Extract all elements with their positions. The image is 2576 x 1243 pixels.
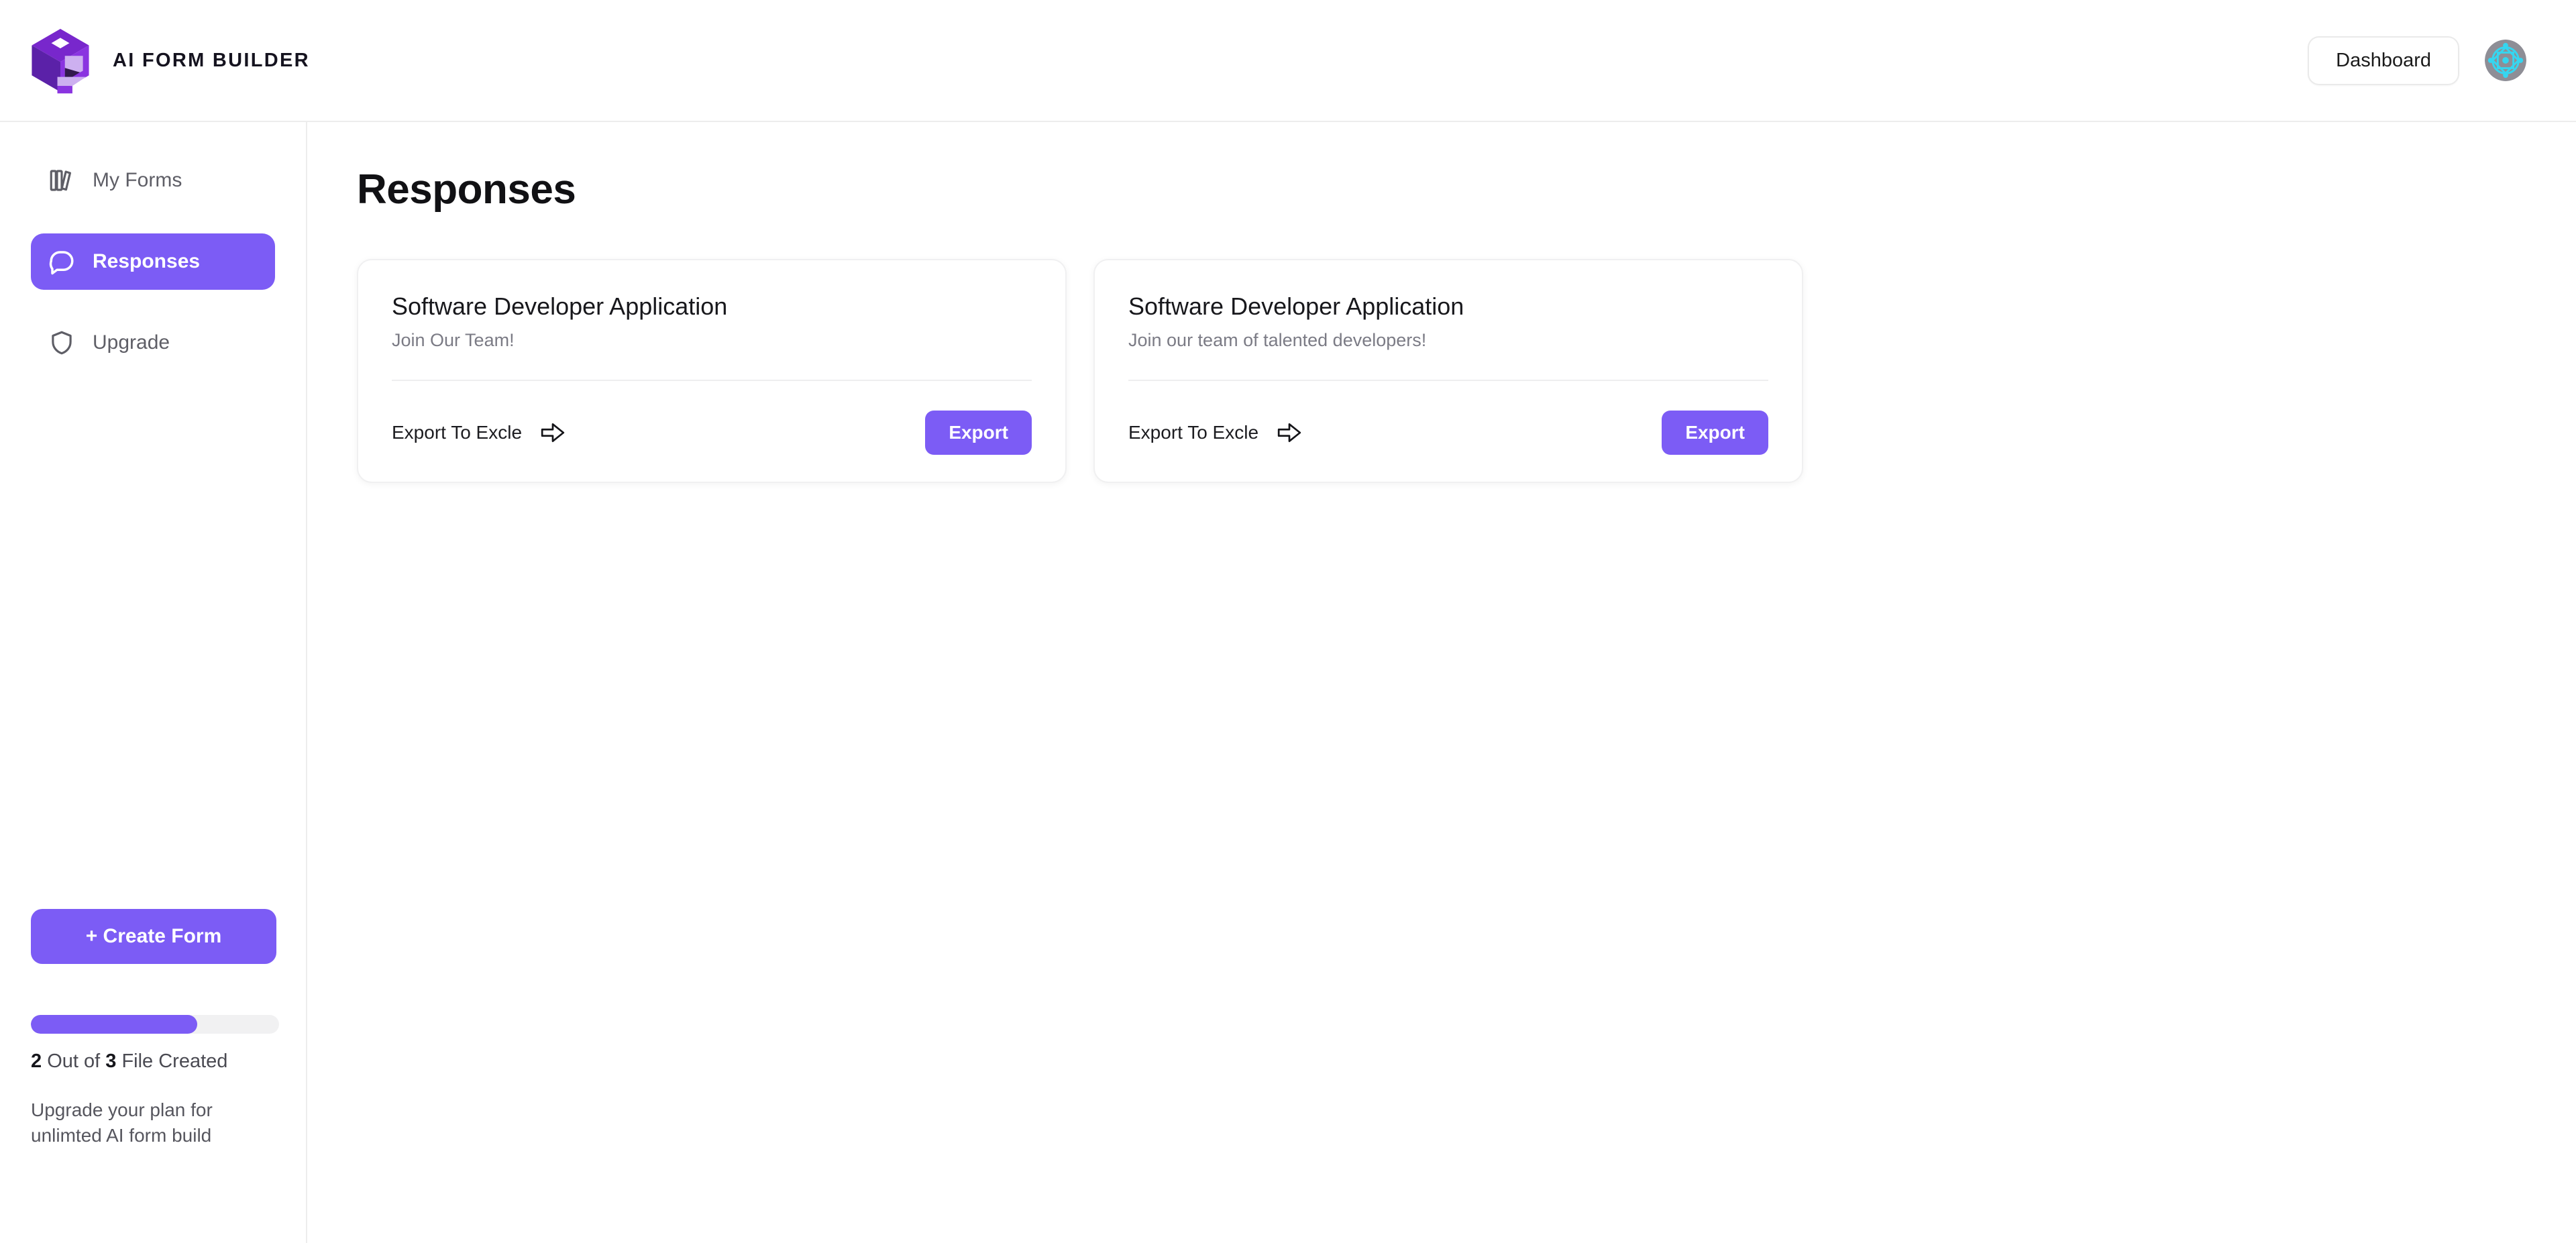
upgrade-note: Upgrade your plan for unlimted AI form b… [31,1097,276,1149]
export-hint-label: Export To Excle [1128,423,1258,442]
sidebar-footer: + Create Form 2 Out of 3 File Created Up… [0,909,307,1243]
arrow-right-icon [1277,422,1302,443]
export-to-excel-hint[interactable]: Export To Excle [392,422,566,443]
quota-total: 3 [105,1050,116,1072]
sidebar-item-label: My Forms [93,170,182,191]
sidebar: My Forms Responses Upgrade + Create Form… [0,122,307,1243]
card-divider [392,380,1032,381]
card-subtitle: Join our team of talented developers! [1128,329,1768,351]
brand-name: AI FORM BUILDER [113,50,310,72]
message-square-icon [48,248,76,276]
response-card[interactable]: Software Developer Application Join Our … [357,259,1067,483]
response-card[interactable]: Software Developer Application Join our … [1093,259,1803,483]
shield-icon [48,329,76,357]
sidebar-item-label: Responses [93,252,200,272]
quota-used: 2 [31,1050,42,1072]
card-title: Software Developer Application [1128,292,1768,320]
cube-logo-icon [23,23,98,98]
export-button[interactable]: Export [925,411,1032,455]
quota-middle-text: Out of [42,1050,105,1072]
app-header: AI FORM BUILDER Dashboard [0,0,2576,122]
books-icon [48,166,76,195]
user-avatar-identicon-icon[interactable] [2485,40,2526,81]
quota-suffix-text: File Created [116,1050,227,1072]
page-title: Responses [357,169,2576,211]
card-subtitle: Join Our Team! [392,329,1032,351]
form-quota-progress-bar [31,1015,279,1034]
card-footer: Export To Excle Export [392,411,1032,455]
main-content: Responses Software Developer Application… [307,122,2576,1243]
export-to-excel-hint[interactable]: Export To Excle [1128,422,1302,443]
export-hint-label: Export To Excle [392,423,522,442]
create-form-button[interactable]: + Create Form [31,909,276,964]
dashboard-button[interactable]: Dashboard [2308,36,2459,85]
responses-card-grid: Software Developer Application Join Our … [357,259,2576,483]
arrow-right-icon [540,422,566,443]
sidebar-item-label: Upgrade [93,333,170,353]
sidebar-nav: My Forms Responses Upgrade [0,122,306,371]
card-footer: Export To Excle Export [1128,411,1768,455]
header-actions: Dashboard [2308,36,2544,85]
sidebar-item-responses[interactable]: Responses [31,233,275,290]
sidebar-item-my-forms[interactable]: My Forms [31,152,275,209]
form-quota-text: 2 Out of 3 File Created [31,1050,276,1073]
export-button[interactable]: Export [1662,411,1768,455]
form-quota-progress-fill [31,1015,197,1034]
card-title: Software Developer Application [392,292,1032,320]
card-divider [1128,380,1768,381]
brand[interactable]: AI FORM BUILDER [23,23,310,98]
sidebar-item-upgrade[interactable]: Upgrade [31,315,275,371]
